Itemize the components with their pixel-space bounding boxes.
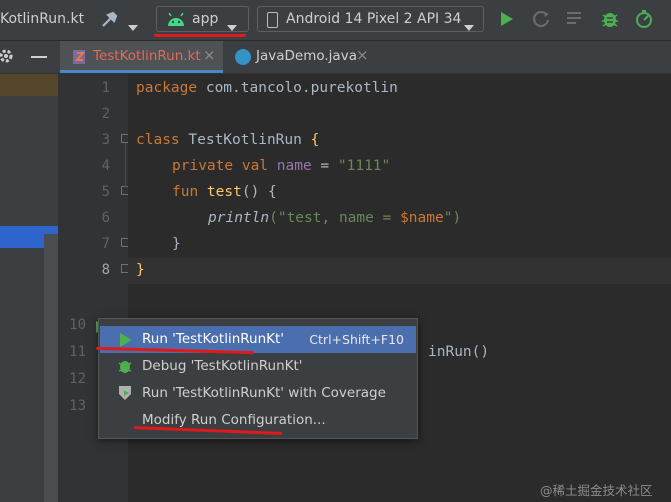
java-class-icon (235, 49, 251, 65)
close-icon[interactable]: × (203, 46, 216, 64)
menu-item-modify-run-config[interactable]: Modify Run Configuration... (100, 407, 416, 434)
build-dropdown-arrow-icon[interactable] (128, 16, 138, 35)
code-line-3: class TestKotlinRun { (136, 132, 320, 148)
tab-testkotlinrun[interactable]: TestKotlinRun.kt × (60, 41, 223, 73)
tab-label: TestKotlinRun.kt (93, 48, 201, 64)
line-number: 12 (69, 371, 86, 387)
profile-icon[interactable] (634, 9, 654, 33)
apply-code-changes-icon[interactable] (566, 11, 584, 31)
menu-item-label: Run 'TestKotlinRunKt' (142, 331, 285, 347)
chevron-down-icon (464, 16, 474, 35)
menu-item-label: Run 'TestKotlinRunKt' with Coverage (142, 385, 386, 401)
current-line-highlight (128, 258, 671, 284)
line-number: 5 (101, 184, 110, 200)
code-line-4: private val name = "1111" (172, 158, 391, 174)
debug-icon (117, 358, 133, 378)
debug-icon[interactable] (600, 9, 620, 33)
build-hammer-icon[interactable] (100, 10, 122, 30)
scrollbar[interactable] (44, 234, 58, 502)
coverage-icon (117, 385, 133, 405)
android-icon (167, 12, 185, 31)
line-number: 3 (101, 132, 110, 148)
minimize-icon[interactable] (31, 56, 47, 58)
menu-item-shortcut: Ctrl+Shift+F10 (309, 332, 404, 347)
line-number: 2 (101, 106, 110, 122)
gear-icon[interactable] (0, 48, 14, 68)
code-line-7: } (172, 236, 181, 252)
run-context-menu: Run 'TestKotlinRunKt' Ctrl+Shift+F10 Deb… (98, 318, 418, 439)
module-selector[interactable]: app (156, 6, 249, 32)
editor-tabs-bar: TestKotlinRun.kt × JavaDemo.java × (0, 41, 671, 74)
line-number: 4 (101, 158, 110, 174)
phone-icon (267, 12, 278, 28)
line-number: 10 (69, 317, 86, 333)
apply-changes-icon[interactable] (532, 10, 550, 32)
line-number: 13 (69, 398, 86, 414)
line-number: 8 (101, 262, 110, 278)
code-line-1: package com.tancolo.purekotlin (136, 80, 398, 96)
project-panel (0, 74, 58, 502)
tab-label: JavaDemo.java (256, 48, 357, 64)
kotlin-file-icon (72, 49, 88, 69)
menu-item-coverage[interactable]: Run 'TestKotlinRunKt' with Coverage (100, 380, 416, 407)
close-icon[interactable]: × (356, 46, 369, 64)
main-toolbar: KotlinRun.kt app Android 14 Pixel 2 API … (0, 0, 671, 41)
line-number: 11 (69, 344, 86, 360)
code-line-11-partial: inRun() (428, 344, 490, 360)
fold-guide (125, 143, 126, 187)
code-line-5: fun test() { (172, 184, 277, 200)
watermark-text: @稀土掘金技术社区 (540, 483, 653, 498)
module-label: app (192, 11, 219, 27)
run-icon[interactable] (500, 11, 514, 31)
tab-javademo[interactable]: JavaDemo.java × (223, 41, 373, 73)
file-title: KotlinRun.kt (0, 11, 85, 27)
device-selector[interactable]: Android 14 Pixel 2 API 34 (257, 6, 484, 32)
device-label: Android 14 Pixel 2 API 34 (286, 11, 462, 27)
line-number: 6 (101, 210, 110, 226)
menu-item-debug[interactable]: Debug 'TestKotlinRunKt' (100, 353, 416, 380)
chevron-down-icon (227, 16, 237, 35)
highlighted-row (0, 74, 58, 96)
annotation-underline-app (154, 34, 246, 37)
line-number: 7 (101, 236, 110, 252)
menu-item-label: Modify Run Configuration... (142, 412, 326, 428)
code-line-8: } (136, 262, 145, 278)
code-line-6: println("test, name = $name") (208, 210, 462, 226)
menu-item-label: Debug 'TestKotlinRunKt' (142, 358, 303, 374)
line-number: 1 (101, 80, 110, 96)
